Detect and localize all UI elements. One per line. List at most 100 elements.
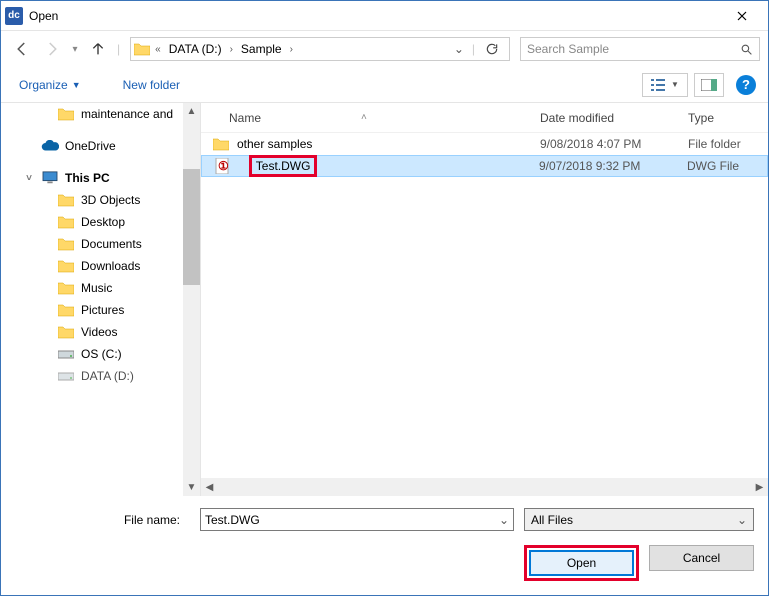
file-hscrollbar[interactable]: ◀ ▶ [201, 478, 768, 496]
tree-item-label: 3D Objects [81, 193, 140, 207]
tree-item[interactable]: Music [1, 277, 183, 299]
up-button[interactable] [85, 36, 111, 62]
filename-input[interactable]: Test.DWG ⌄ [200, 508, 514, 531]
file-type: File folder [688, 137, 768, 151]
folder-icon [133, 41, 151, 57]
file-name: ①Test.DWG [238, 155, 539, 177]
file-date: 9/07/2018 9:32 PM [539, 159, 687, 173]
open-button[interactable]: Open [529, 550, 634, 576]
help-button[interactable]: ? [736, 75, 756, 95]
organize-button[interactable]: Organize ▼ [13, 74, 87, 96]
dropdown-icon: ▼ [671, 80, 679, 89]
file-row[interactable]: other samples9/08/2018 4:07 PMFile folde… [201, 133, 768, 155]
back-button[interactable] [9, 36, 35, 62]
folder-icon [57, 324, 75, 340]
tree-item[interactable]: OS (C:) [1, 343, 183, 365]
tree-item-label: maintenance and [81, 107, 173, 121]
scroll-right-button[interactable]: ▶ [751, 479, 768, 496]
tree-item-label: DATA (D:) [81, 369, 134, 383]
recent-dropdown[interactable]: ▾ [69, 36, 81, 62]
tree-item-label: This PC [65, 171, 110, 185]
column-date[interactable]: Date modified [540, 111, 688, 125]
close-button[interactable] [719, 2, 764, 30]
tree-item-label: Pictures [81, 303, 124, 317]
nav-row: ▾ | « DATA (D:) › Sample › ⌄ | Search Sa… [1, 31, 768, 67]
tree-item[interactable]: Desktop [1, 211, 183, 233]
file-date: 9/08/2018 4:07 PM [540, 137, 688, 151]
tree-item-label: OneDrive [65, 139, 116, 153]
chevron-icon[interactable]: › [286, 44, 297, 55]
tree-item[interactable]: DATA (D:) [1, 365, 183, 387]
nav-separator: | [117, 42, 120, 56]
tree-item-label: Music [81, 281, 112, 295]
tree-item-label: Videos [81, 325, 117, 339]
scroll-left-button[interactable]: ◀ [201, 479, 218, 496]
chevron-icon[interactable]: › [226, 44, 237, 55]
preview-pane-button[interactable] [694, 73, 724, 97]
search-input[interactable]: Search Sample [520, 37, 760, 61]
tree-item-label: Downloads [81, 259, 140, 273]
dropdown-icon: ▼ [72, 80, 81, 90]
new-folder-button[interactable]: New folder [117, 74, 186, 96]
sort-indicator-icon: ˄ [361, 112, 367, 123]
scroll-up-button[interactable]: ▲ [183, 103, 200, 120]
breadcrumb-dropdown[interactable]: ⌄ [448, 42, 470, 56]
search-icon [740, 43, 753, 56]
tree-item[interactable]: Videos [1, 321, 183, 343]
tree-item[interactable]: ˅ This PC [1, 167, 183, 189]
breadcrumb-item[interactable]: Sample [237, 42, 286, 56]
tree-item[interactable]: Documents [1, 233, 183, 255]
app-icon: dc [5, 7, 23, 25]
close-icon [737, 11, 747, 21]
folder-icon [211, 136, 231, 152]
tree-item[interactable]: Pictures [1, 299, 183, 321]
button-row: Open Cancel [1, 537, 768, 595]
filename-dropdown-icon[interactable]: ⌄ [499, 513, 509, 527]
file-name: other samples [237, 137, 540, 151]
filetype-filter[interactable]: All Files ⌄ [524, 508, 754, 531]
dialog-title: Open [29, 9, 719, 23]
preview-icon [701, 79, 717, 91]
refresh-button[interactable] [477, 42, 507, 56]
cancel-button[interactable]: Cancel [649, 545, 754, 571]
drive-icon [57, 346, 75, 362]
expand-icon[interactable]: ˅ [23, 173, 35, 184]
folder-icon [57, 236, 75, 252]
view-options-button[interactable]: ▼ [642, 73, 688, 97]
filename-row: File name: Test.DWG ⌄ All Files ⌄ [1, 496, 768, 537]
dropdown-icon: ⌄ [737, 513, 747, 527]
folder-icon [57, 258, 75, 274]
tree-item[interactable]: 3D Objects [1, 189, 183, 211]
filename-label: File name: [15, 513, 190, 527]
tree-item-label: OS (C:) [81, 347, 122, 361]
column-headers: Name˄ Date modified Type [201, 103, 768, 133]
file-row[interactable]: ①Test.DWG9/07/2018 9:32 PMDWG File [201, 155, 768, 177]
tree-item[interactable]: OneDrive [1, 135, 183, 157]
tree-item[interactable]: Downloads [1, 255, 183, 277]
forward-button[interactable] [39, 36, 65, 62]
titlebar: dc Open [1, 1, 768, 31]
folder-icon [57, 192, 75, 208]
breadcrumb-item[interactable]: DATA (D:) [165, 42, 226, 56]
tree-item-label: Documents [81, 237, 142, 251]
open-dialog: dc Open ▾ | « DATA (D:) › Sample › [0, 0, 769, 596]
file-list: Name˄ Date modified Type other samples9/… [201, 103, 768, 496]
scroll-thumb[interactable] [183, 169, 200, 285]
drive-icon [57, 368, 75, 384]
navigation-tree: maintenance and OneDrive ˅ This PC 3D Objec… [1, 103, 201, 496]
column-type[interactable]: Type [688, 111, 768, 125]
toolbar: Organize ▼ New folder ▼ ? [1, 67, 768, 103]
scroll-down-button[interactable]: ▼ [183, 479, 200, 496]
annotation-highlight-filename: Test.DWG [249, 155, 318, 177]
breadcrumb[interactable]: « DATA (D:) › Sample › ⌄ | [130, 37, 510, 61]
annotation-highlight-open: Open [524, 545, 639, 581]
search-placeholder: Search Sample [527, 42, 609, 56]
file-type: DWG File [687, 159, 767, 173]
column-name[interactable]: Name˄ [201, 111, 540, 125]
list-icon [651, 79, 665, 91]
tree-scrollbar[interactable]: ▲ ▼ [183, 103, 200, 496]
dialog-body: maintenance and OneDrive ˅ This PC 3D Objec… [1, 103, 768, 496]
onedrive-icon [41, 138, 59, 154]
thispc-icon [41, 170, 59, 186]
tree-item[interactable]: maintenance and [1, 103, 183, 125]
